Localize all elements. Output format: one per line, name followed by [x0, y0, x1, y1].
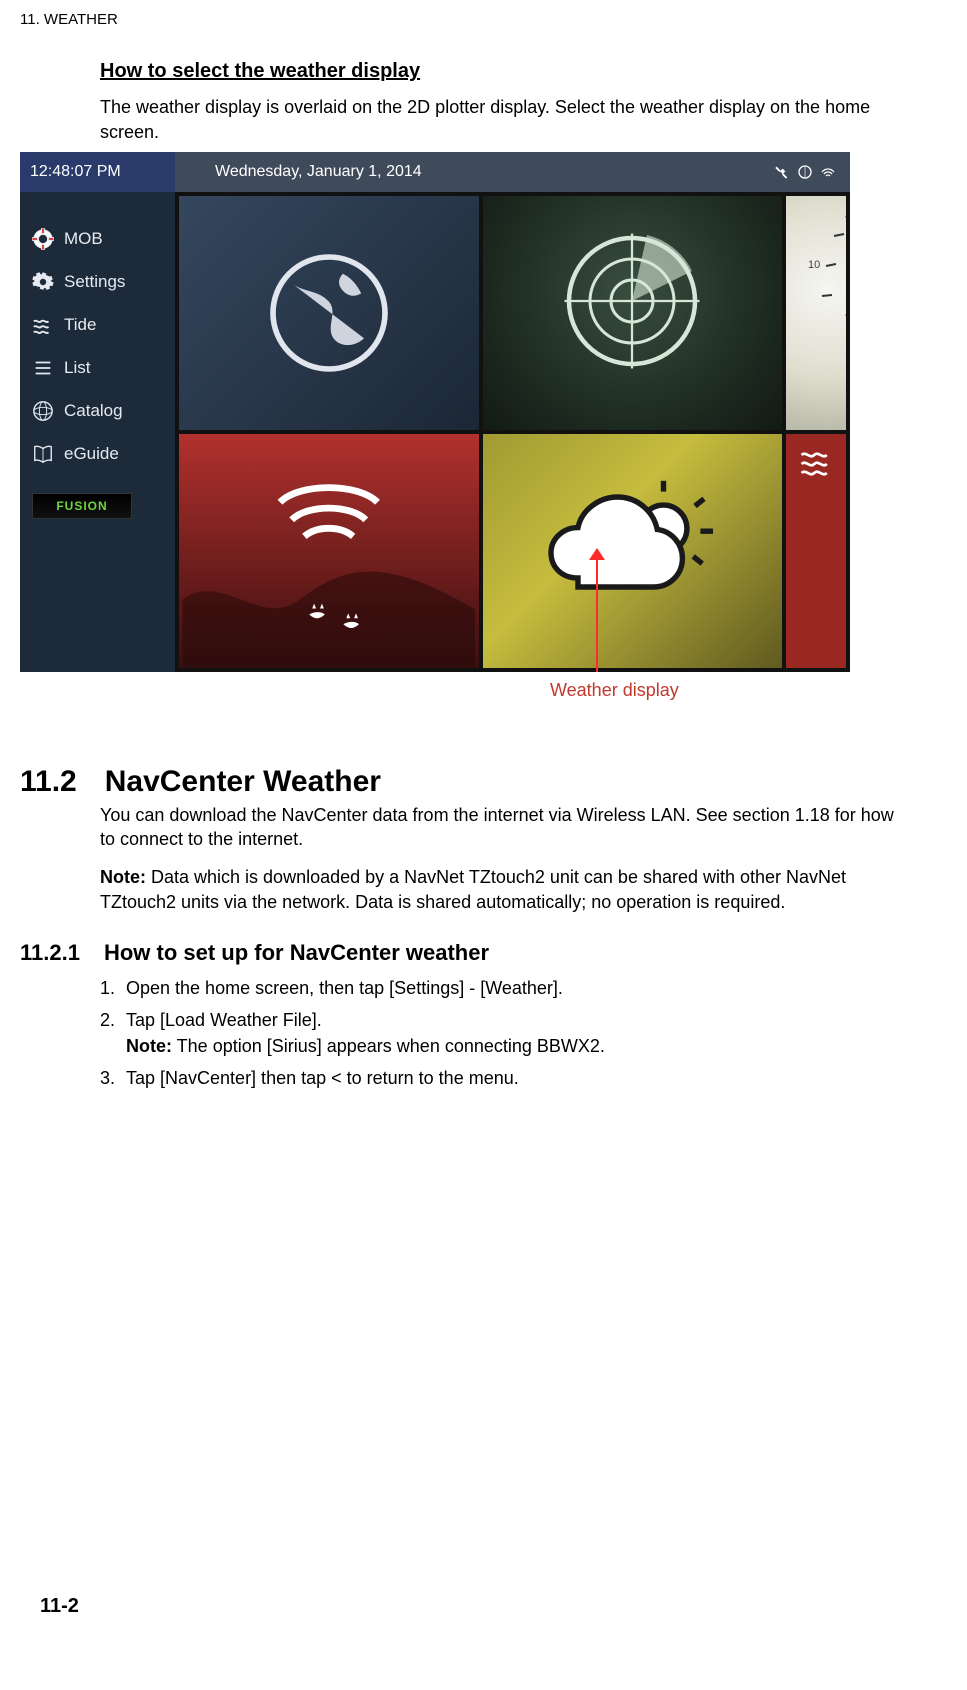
globe-icon [259, 243, 399, 383]
tile-chart[interactable] [179, 196, 479, 430]
section-note: Note: Data which is downloaded by a NavN… [100, 865, 907, 914]
sidebar-item-eguide[interactable]: eGuide [20, 433, 175, 476]
tile-fishfinder[interactable] [179, 434, 479, 668]
sidebar-item-mob[interactable]: MOB [20, 218, 175, 261]
step-2-text: Tap [Load Weather File]. [126, 1010, 322, 1030]
section-title: NavCenter Weather [105, 762, 381, 803]
target-icon [797, 164, 813, 180]
tile-weather[interactable] [483, 434, 783, 668]
callout-line [596, 554, 598, 672]
status-bar-time: 12:48:07 PM [20, 152, 175, 192]
sidebar-item-label: List [64, 357, 90, 380]
step-3: Tap [NavCenter] then tap < to return to … [120, 1066, 907, 1090]
tiles-grid: 10 [175, 192, 850, 672]
globe-grid-icon [32, 400, 54, 422]
lifebuoy-icon [32, 228, 54, 250]
tile-side-weather[interactable] [786, 434, 846, 668]
sidebar: MOB Settings Tide List [20, 192, 175, 672]
step-2-note: Note: The option [Sirius] appears when c… [126, 1034, 907, 1058]
step-1: Open the home screen, then tap [Settings… [120, 976, 907, 1000]
note-label: Note: [100, 867, 146, 887]
howto-paragraph: The weather display is overlaid on the 2… [100, 95, 907, 144]
chapter-header: 11. WEATHER [20, 10, 907, 30]
tile-radar[interactable] [483, 196, 783, 430]
status-bar-date: Wednesday, January 1, 2014 [175, 152, 770, 192]
book-icon [32, 443, 54, 465]
sidebar-item-label: Settings [64, 271, 125, 294]
gear-icon [32, 271, 54, 293]
sidebar-item-label: Tide [64, 314, 96, 337]
subsection-heading: 11.2.1 How to set up for NavCenter weath… [20, 938, 907, 968]
sidebar-item-label: MOB [64, 228, 103, 251]
section-para1: You can download the NavCenter data from… [100, 803, 907, 852]
tile-instrument[interactable]: 10 [786, 196, 846, 430]
weather-cloud-sun-icon [542, 476, 722, 626]
satellite-icon [774, 164, 790, 180]
status-bar: 12:48:07 PM Wednesday, January 1, 2014 [20, 152, 850, 192]
list-icon [32, 357, 54, 379]
tide-icon [32, 314, 54, 336]
section-heading: 11.2 NavCenter Weather [20, 762, 907, 803]
fusion-badge[interactable]: FUSION [32, 493, 132, 519]
home-screen-screenshot: 12:48:07 PM Wednesday, January 1, 2014 M… [20, 152, 850, 672]
sidebar-item-settings[interactable]: Settings [20, 261, 175, 304]
step-2: Tap [Load Weather File]. Note: The optio… [120, 1008, 907, 1059]
sidebar-item-catalog[interactable]: Catalog [20, 390, 175, 433]
sonar-icon [179, 434, 479, 668]
connection-icon [820, 164, 836, 180]
sidebar-item-label: Catalog [64, 400, 123, 423]
note-label: Note: [126, 1036, 172, 1056]
sidebar-item-list[interactable]: List [20, 347, 175, 390]
page-number: 11-2 [40, 1593, 79, 1620]
radar-icon [557, 226, 707, 376]
note-text: Data which is downloaded by a NavNet TZt… [100, 867, 846, 911]
howto-heading: How to select the weather display [100, 58, 907, 85]
gauge-icon: 10 [786, 196, 846, 430]
svg-text:10: 10 [808, 259, 820, 271]
subsection-title: How to set up for NavCenter weather [104, 938, 489, 968]
callout-label: Weather display [550, 678, 907, 702]
sidebar-item-label: eGuide [64, 443, 119, 466]
steps-list: Open the home screen, then tap [Settings… [120, 976, 907, 1091]
waves-icon [798, 446, 834, 482]
subsection-number: 11.2.1 [20, 938, 80, 968]
section-number: 11.2 [20, 762, 77, 803]
sidebar-item-tide[interactable]: Tide [20, 304, 175, 347]
note-text: The option [Sirius] appears when connect… [172, 1036, 605, 1056]
status-bar-icons [770, 152, 850, 192]
